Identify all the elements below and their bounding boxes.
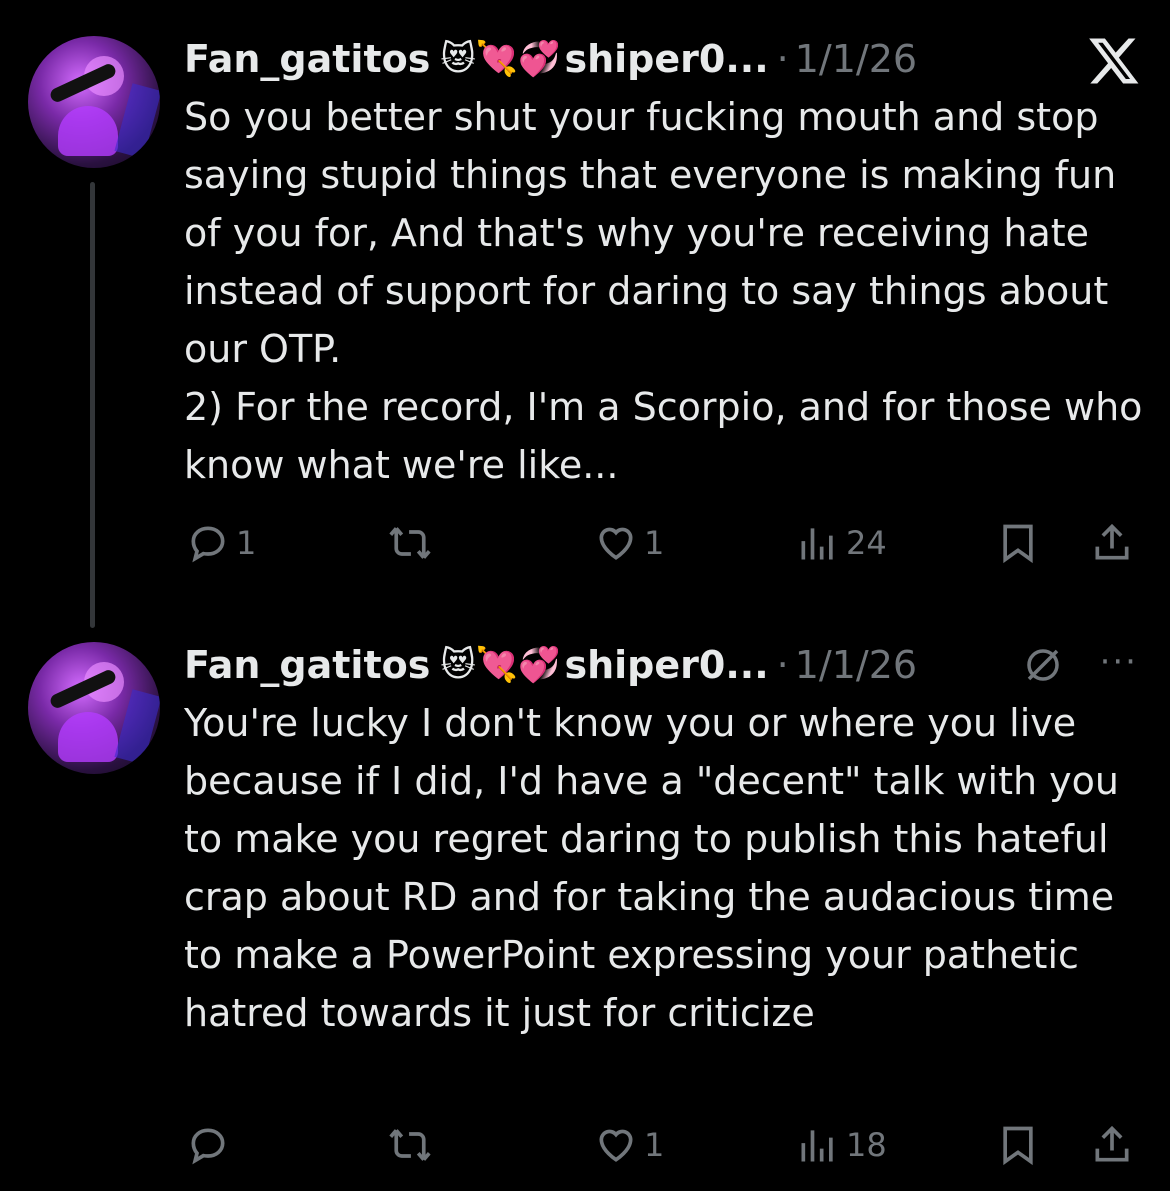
share-icon	[1095, 1125, 1129, 1162]
share-icon	[1095, 523, 1129, 560]
muted-icon[interactable]	[1022, 644, 1064, 686]
x-logo-icon	[1089, 38, 1139, 84]
more-options-button[interactable]: ···	[1100, 642, 1138, 682]
like-count: 1	[644, 1126, 665, 1164]
retweet-icon	[389, 527, 431, 559]
share-button[interactable]	[1090, 1120, 1134, 1170]
display-name[interactable]: Fan_gatitos	[184, 37, 430, 81]
reply-count: 1	[236, 524, 257, 562]
views-icon	[801, 1130, 833, 1162]
retweet-button[interactable]	[388, 518, 438, 568]
share-button[interactable]	[1090, 518, 1134, 568]
tweet-text: You're lucky I don't know you or where y…	[184, 701, 1132, 1035]
tweet-text: So you better shut your fucking mouth an…	[184, 95, 1143, 487]
tweet-header: Fan_gatitos 😻💘💞 shiper0... · 1/1/26	[184, 640, 917, 690]
views-icon	[801, 528, 833, 560]
display-name[interactable]: Fan_gatitos	[184, 643, 430, 687]
retweet-button[interactable]	[388, 1120, 438, 1170]
separator: ·	[776, 643, 789, 687]
reply-icon	[191, 526, 225, 563]
name-emojis: 😻💘💞	[440, 645, 561, 685]
views-button[interactable]: 18	[796, 1120, 887, 1170]
like-button[interactable]: 1	[594, 518, 664, 568]
bookmark-icon	[1003, 524, 1033, 564]
avatar[interactable]	[28, 36, 160, 168]
reply-icon	[191, 1128, 225, 1165]
bookmark-icon	[1003, 1126, 1033, 1166]
username[interactable]: shiper0...	[564, 643, 768, 687]
action-bar: 1 1 24	[0, 518, 1170, 568]
name-emojis: 😻💘💞	[440, 39, 561, 79]
bookmark-button[interactable]	[996, 1120, 1040, 1170]
tweet-header: Fan_gatitos 😻💘💞 shiper0... · 1/1/26	[184, 34, 917, 84]
timestamp[interactable]: 1/1/26	[795, 643, 917, 687]
heart-icon	[599, 1129, 633, 1162]
action-bar: 1 18	[0, 1120, 1170, 1170]
view-count: 24	[846, 524, 887, 562]
view-count: 18	[846, 1126, 887, 1164]
like-button[interactable]: 1	[594, 1120, 664, 1170]
heart-icon	[599, 527, 633, 560]
views-button[interactable]: 24	[796, 518, 887, 568]
username[interactable]: shiper0...	[564, 37, 768, 81]
retweet-icon	[389, 1129, 431, 1161]
reply-button[interactable]: 1	[186, 518, 256, 568]
timestamp[interactable]: 1/1/26	[795, 37, 917, 81]
avatar[interactable]	[28, 642, 160, 774]
like-count: 1	[644, 524, 665, 562]
separator: ·	[776, 37, 789, 81]
reply-button[interactable]	[186, 1120, 236, 1170]
bookmark-button[interactable]	[996, 518, 1040, 568]
